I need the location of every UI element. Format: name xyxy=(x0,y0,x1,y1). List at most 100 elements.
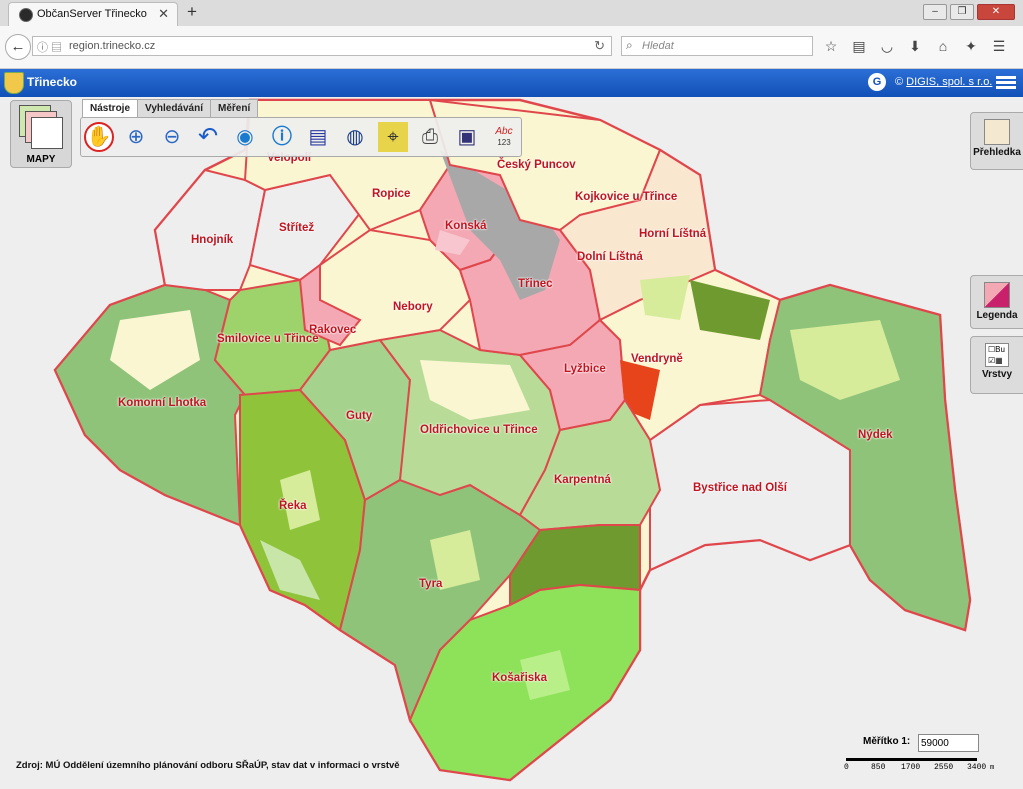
layers-label: Vrstvy xyxy=(981,369,1013,380)
label-abc-icon[interactable]: Abc 123 xyxy=(489,122,519,152)
place-label: Třinec xyxy=(518,278,553,290)
new-tab-button[interactable]: + xyxy=(187,2,197,22)
place-label: Ropice xyxy=(372,188,411,200)
save-icon[interactable]: ▣ xyxy=(452,122,482,152)
place-label: Karpentná xyxy=(554,474,611,486)
search-input[interactable]: ⌕ Hledat xyxy=(621,36,813,56)
place-label: Horní Líštná xyxy=(639,228,707,240)
home-icon[interactable]: ⌂ xyxy=(932,36,954,56)
scale-control: Měřítko 1: xyxy=(863,734,979,752)
place-label: Střítež xyxy=(279,222,315,234)
copyright: © DIGIS, spol. s r.o. xyxy=(895,76,992,88)
search-icon: ⌕ xyxy=(626,38,633,52)
map-canvas[interactable]: Velopolí Ropice Český Puncov Kojkovice u… xyxy=(0,98,1023,789)
copyright-symbol: © xyxy=(895,76,904,88)
scale-unit: m xyxy=(990,764,995,772)
place-label: Nebory xyxy=(393,301,433,313)
map-svg xyxy=(53,98,972,782)
place-label: Bystřice nad Olší xyxy=(693,482,787,494)
place-label: Český Puncov xyxy=(497,159,576,171)
pan-hand-icon[interactable]: ✋ xyxy=(84,122,114,152)
extension-icon[interactable]: ✦ xyxy=(960,36,982,56)
site-info-icon[interactable]: ⓘ ▤ xyxy=(37,39,62,55)
label-tool-text: Abc xyxy=(495,126,513,137)
place-label: Řeka xyxy=(279,500,307,512)
place-label: Nýdek xyxy=(858,429,893,441)
reading-list-icon[interactable]: ▤ xyxy=(848,36,870,56)
layers-icon: ☐Bu ☑▦ xyxy=(985,343,1009,367)
place-label: Vendryně xyxy=(631,353,683,365)
place-label: Dolní Líštná xyxy=(577,251,643,263)
back-arrow-icon[interactable]: ↶ xyxy=(193,122,223,152)
hamburger-menu-icon[interactable]: ☰ xyxy=(988,36,1010,56)
place-label: Konská xyxy=(445,220,487,232)
reload-icon[interactable]: ↻ xyxy=(594,38,605,54)
overview-button[interactable]: Přehledka xyxy=(970,112,1023,170)
window-controls: – ❐ ✕ xyxy=(920,3,1015,20)
place-label: Hnojník xyxy=(191,234,234,246)
place-label: Košařiska xyxy=(492,672,547,684)
scale-bar: 0 850 1700 2550 3400 m xyxy=(842,758,995,772)
url-bar[interactable]: ⓘ ▤ region.trinecko.cz ↻ xyxy=(32,36,612,56)
app-header: Třinecko G © DIGIS, spol. s r.o. xyxy=(0,69,1023,97)
overview-label: Přehledka xyxy=(973,147,1021,158)
place-label: Kojkovice u Třince xyxy=(575,191,678,203)
label-tool-num: 123 xyxy=(497,138,511,147)
scale-input[interactable] xyxy=(918,734,979,752)
zoom-out-icon[interactable]: ⊖ xyxy=(157,122,187,152)
tab-nastroje[interactable]: Nástroje xyxy=(82,99,139,118)
app-title: Třinecko xyxy=(27,75,78,89)
maps-label: MAPY xyxy=(26,154,56,165)
scale-bar-line xyxy=(846,758,977,761)
maps-button[interactable]: MAPY xyxy=(10,100,72,168)
data-source-note: Zdroj: MÚ Oddělení územního plánování od… xyxy=(16,760,400,771)
place-label: Lyžbice xyxy=(564,363,606,375)
place-label: Guty xyxy=(346,410,373,422)
info-icon[interactable]: ⓘ xyxy=(267,122,297,152)
scale-tick: 2550 xyxy=(934,763,954,772)
browser-tab[interactable]: ObčanServer Třinecko ✕ xyxy=(8,2,178,26)
region-crest-logo xyxy=(4,72,24,94)
close-tab-icon[interactable]: ✕ xyxy=(158,6,169,22)
zoom-in-icon[interactable]: ⊕ xyxy=(121,122,151,152)
tab-title: ObčanServer Třinecko xyxy=(37,8,147,20)
browser-nav-bar: ← ⓘ ▤ region.trinecko.cz ↻ ⌕ Hledat ☆ ▤ ◡ ⬇… xyxy=(0,26,1023,69)
layers-button[interactable]: ☐Bu ☑▦ Vrstvy xyxy=(970,336,1023,394)
target-icon[interactable]: ⌖ xyxy=(378,122,408,152)
download-icon[interactable]: ⬇ xyxy=(904,36,926,56)
pocket-icon[interactable]: ◡ xyxy=(876,36,898,56)
layers-icon-text: Bu xyxy=(995,345,1005,354)
digis-logo-icon: G xyxy=(868,73,886,91)
document-icon[interactable]: ▤ xyxy=(303,122,333,152)
url-text: region.trinecko.cz xyxy=(69,40,156,52)
browser-toolbar-icons: ☆ ▤ ◡ ⬇ ⌂ ✦ ☰ xyxy=(820,36,1016,56)
app-menu-icon[interactable] xyxy=(996,74,1016,91)
restore-button[interactable]: ❐ xyxy=(950,4,974,20)
maps-stack-icon xyxy=(19,105,63,149)
tab-mereni[interactable]: Měření xyxy=(210,99,259,118)
globe-icon[interactable]: ◉ xyxy=(230,122,260,152)
site-favicon-icon xyxy=(19,8,33,22)
place-label: Komorní Lhotka xyxy=(118,397,207,409)
minimize-button[interactable]: – xyxy=(923,4,947,20)
legend-label: Legenda xyxy=(976,310,1018,321)
scale-label: Měřítko 1: xyxy=(863,736,911,747)
close-window-button[interactable]: ✕ xyxy=(977,4,1015,20)
web-map-icon[interactable]: ◍ xyxy=(340,122,370,152)
search-placeholder: Hledat xyxy=(642,40,674,52)
legend-button[interactable]: Legenda xyxy=(970,275,1023,329)
overview-icon xyxy=(984,119,1010,145)
place-label: Oldřichovice u Třince xyxy=(420,424,538,436)
scale-tick: 1700 xyxy=(901,763,921,772)
print-icon[interactable]: ⎙ xyxy=(415,122,445,152)
back-button[interactable]: ← xyxy=(5,34,31,60)
scale-tick: 850 xyxy=(871,763,886,772)
bookmark-star-icon[interactable]: ☆ xyxy=(820,36,842,56)
tab-vyhledavani[interactable]: Vyhledávání xyxy=(137,99,212,118)
tools-toolbar: ✋ ⊕ ⊖ ↶ ◉ ⓘ ▤ ◍ ⌖ ⎙ ▣ Abc 123 xyxy=(80,117,522,157)
place-label: Tyra xyxy=(419,578,443,590)
digis-link[interactable]: DIGIS, spol. s r.o. xyxy=(906,76,992,88)
scale-tick: 3400 xyxy=(967,763,987,772)
place-label: Smilovice u Třince xyxy=(217,333,319,345)
browser-tab-bar: ObčanServer Třinecko ✕ + – ❐ ✕ xyxy=(0,0,1023,26)
